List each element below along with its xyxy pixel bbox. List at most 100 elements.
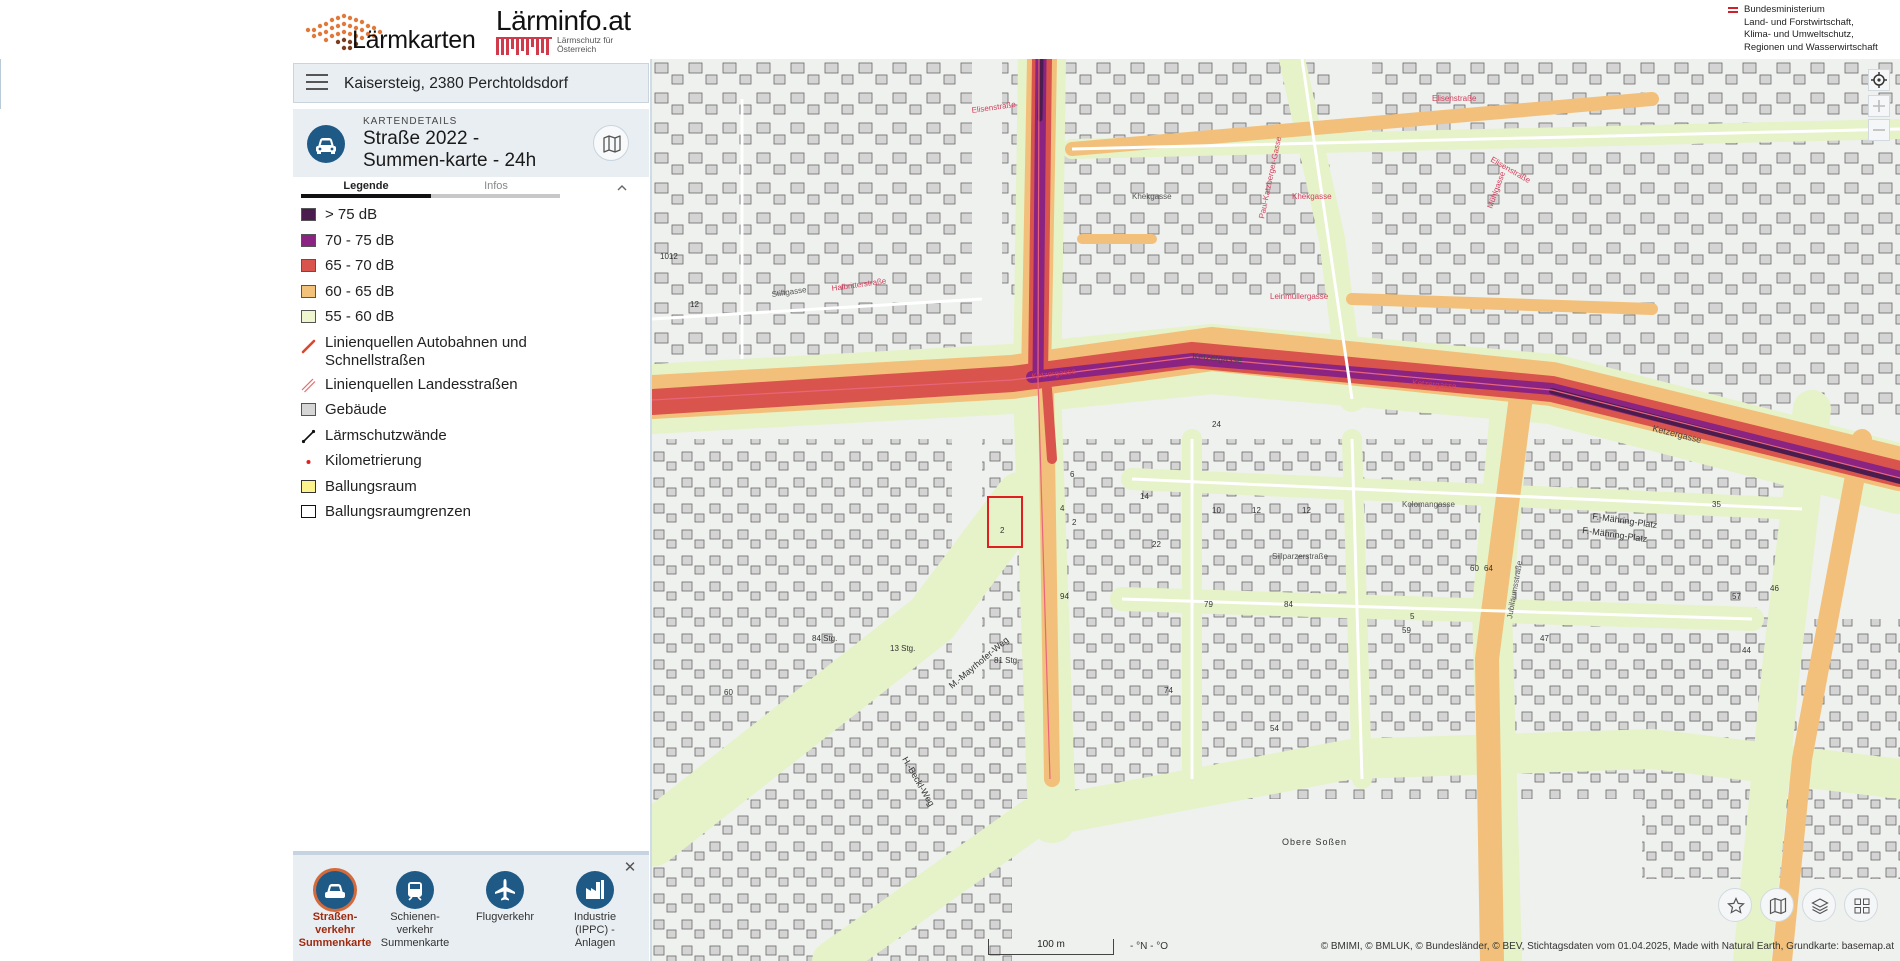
legend-label: 70 - 75 dB: [325, 231, 395, 249]
legend-swatch: [301, 208, 316, 221]
car-icon: [307, 125, 345, 163]
street-label: Sillparzerstraße: [1272, 552, 1329, 561]
legend-item: Lärmschutzwände: [301, 426, 641, 452]
kilometer-dot-icon: [306, 460, 311, 464]
factory-icon: [576, 871, 614, 909]
legend-list: > 75 dB 70 - 75 dB 65 - 70 dB 60 - 65 dB…: [301, 205, 641, 528]
search-value[interactable]: Kaisersteig, 2380 Perchtoldsdorf: [344, 75, 568, 93]
street-label: Obere Soßen: [1282, 837, 1347, 847]
legend-label: 55 - 60 dB: [325, 308, 395, 325]
legend-swatch: [301, 403, 316, 416]
street-label: Elisenstraße: [1432, 94, 1477, 103]
house-number: 6: [1070, 470, 1075, 479]
map-icon: [603, 135, 621, 153]
legend-item: Ballungsraum: [301, 477, 641, 503]
laerminfo-logo-text: Lärminfo.at: [496, 5, 631, 36]
legend-swatch: [301, 284, 316, 298]
motorway-line-icon: [301, 339, 316, 353]
house-number: 54: [1270, 724, 1279, 733]
house-number: 10: [1212, 506, 1221, 515]
basemap-button[interactable]: [1760, 888, 1794, 922]
noise-map[interactable]: Elisenstraße Elisenstraße Khekgasse Khek…: [652, 59, 1900, 961]
house-number: 12: [1302, 506, 1311, 515]
house-number: 35: [1712, 500, 1721, 509]
street-label: Khekgasse: [1292, 192, 1332, 201]
mode-label: Flugverkehr: [475, 911, 535, 923]
legend-swatch: [301, 479, 316, 493]
house-number: 60: [724, 688, 733, 697]
map-icon: [1769, 897, 1787, 915]
legend-item: 65 - 70 dB: [301, 256, 641, 282]
zoom-out-button[interactable]: [1868, 119, 1890, 141]
laermkarten-logo-text: Lärmkarten: [352, 26, 476, 54]
legend-swatch: [301, 233, 316, 247]
favorites-button[interactable]: [1718, 888, 1752, 922]
noise-barrier-icon: [301, 429, 316, 443]
house-number: 59: [1402, 626, 1411, 635]
laerminfo-bars-icon: [496, 37, 552, 55]
legend-label: Linienquellen Autobahnen und Schnellstra…: [325, 333, 527, 369]
house-number: 12: [690, 300, 699, 309]
map-switch-button[interactable]: [593, 125, 629, 161]
state-road-line-icon: [301, 378, 316, 392]
scale-label: 100 m: [1037, 939, 1065, 950]
search-bar[interactable]: Kaisersteig, 2380 Perchtoldsdorf: [293, 63, 649, 103]
star-icon: [1727, 897, 1745, 914]
map-canvas[interactable]: Elisenstraße Elisenstraße Khekgasse Khek…: [652, 59, 1900, 961]
legend-label: 65 - 70 dB: [325, 257, 395, 274]
zoom-in-button[interactable]: [1868, 95, 1890, 117]
house-number: 44: [1742, 646, 1751, 655]
crosshair-icon: [1871, 72, 1887, 88]
house-number: 57: [1732, 592, 1741, 601]
mode-label: Schienen- verkehr Summenkarte: [380, 911, 450, 949]
hamburger-menu-icon[interactable]: [306, 74, 328, 92]
chevron-up-icon[interactable]: [615, 181, 629, 195]
legend-label: > 75 dB: [325, 206, 378, 223]
tab-legende[interactable]: Legende: [301, 180, 431, 192]
house-number: 47: [1540, 634, 1549, 643]
house-number: 74: [1164, 686, 1173, 695]
locate-button[interactable]: [1868, 69, 1890, 91]
train-icon: [396, 871, 434, 909]
house-number: 1012: [660, 252, 678, 261]
house-number: 2: [1072, 518, 1077, 527]
legend-item: Ballungsraumgrenzen: [301, 502, 641, 528]
layers-button[interactable]: [1802, 888, 1836, 922]
map-details-kicker: KARTENDETAILS: [363, 116, 458, 127]
legend-item: 60 - 65 dB: [301, 282, 641, 308]
legend-item: 70 - 75 dB: [301, 231, 641, 257]
mode-flugverkehr[interactable]: Flugverkehr: [465, 871, 545, 924]
street-label: Khekgasse: [1132, 192, 1172, 201]
house-number: 84: [1284, 600, 1293, 609]
house-number: 13 Stg.: [890, 644, 915, 653]
mode-schienenverkehr[interactable]: Schienen- verkehr Summenkarte: [375, 871, 455, 950]
mode-strassenverkehr[interactable]: Straßen- verkehr Summenkarte: [295, 871, 375, 950]
laerminfo-logo[interactable]: Lärminfo.at Lärmschutz für Österreich: [496, 5, 636, 55]
legend-item: Linienquellen Autobahnen und Schnellstra…: [301, 333, 641, 375]
tab-infos[interactable]: Infos: [431, 180, 561, 192]
legend-item: 55 - 60 dB: [301, 307, 641, 333]
laermkarten-logo[interactable]: Lärmkarten: [300, 6, 480, 56]
map-details-title: Straße 2022 - Summen-karte - 24h: [363, 128, 537, 171]
house-number: 46: [1770, 584, 1779, 593]
car-icon: [316, 871, 354, 909]
plane-icon: [486, 871, 524, 909]
austria-flag-icon: [1728, 7, 1738, 13]
legend-label: 60 - 65 dB: [325, 282, 395, 300]
tab-underline-active: [301, 194, 431, 198]
app-header: Lärmkarten Lärminfo.at Lärmschutz für Ös…: [0, 0, 1900, 59]
mode-label: Straßen- verkehr Summenkarte: [298, 911, 372, 949]
street-label: Kolomangasse: [1402, 500, 1455, 509]
house-number: 4: [1060, 504, 1065, 513]
legend-swatch: [301, 505, 316, 518]
grid-menu-button[interactable]: [1844, 888, 1878, 922]
legend-item: Gebäude: [301, 400, 641, 426]
house-number: 94: [1060, 592, 1069, 601]
laerminfo-logo-subtitle: Lärmschutz für Österreich: [557, 35, 614, 54]
side-panel: Kaisersteig, 2380 Perchtoldsdorf KARTEND…: [293, 59, 651, 961]
mode-label: Industrie (IPPC) - Anlagen: [573, 911, 617, 949]
legend-swatch: [301, 259, 316, 272]
mode-industrie[interactable]: Industrie (IPPC) - Anlagen: [555, 871, 635, 950]
house-number: 64: [1484, 564, 1493, 573]
legend-swatch: [301, 310, 316, 323]
